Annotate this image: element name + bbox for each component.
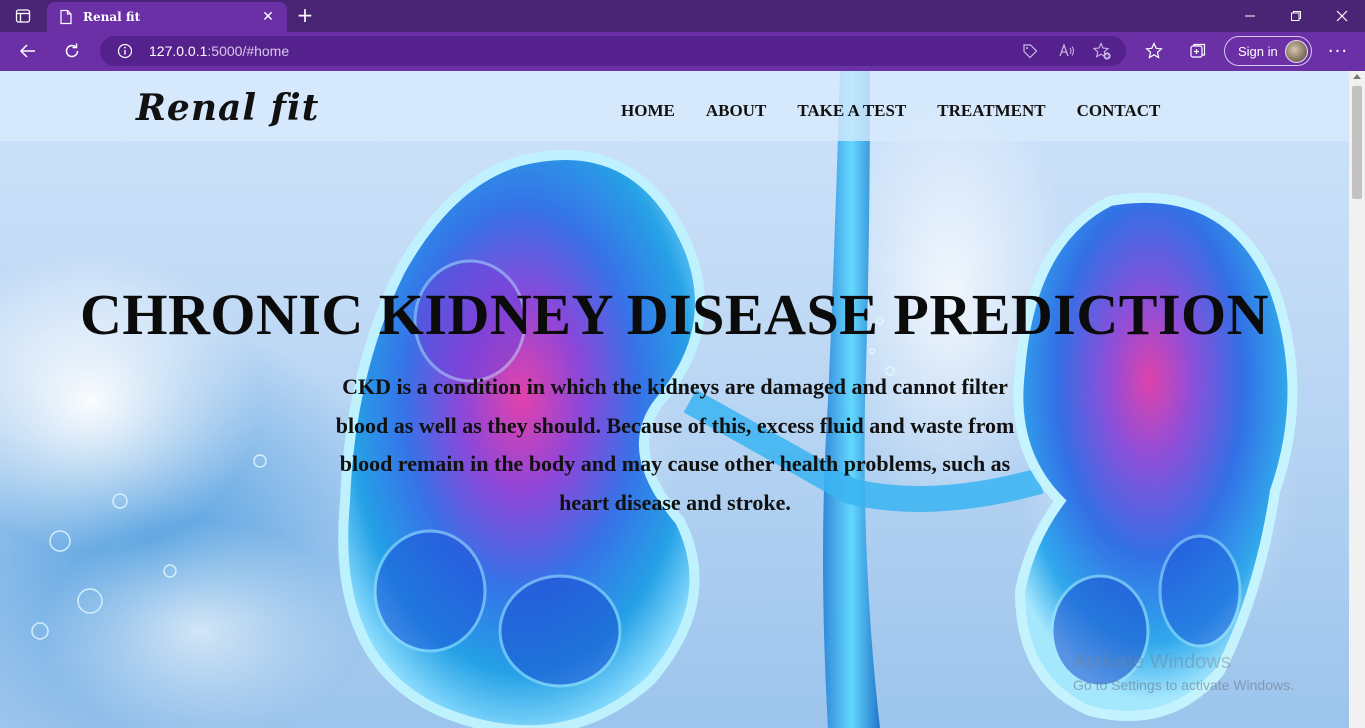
- browser-toolbar: 127.0.0.1:5000/#home Sign in ···: [0, 32, 1365, 71]
- url-path: :5000/#home: [207, 43, 290, 59]
- settings-more-button[interactable]: ···: [1323, 37, 1353, 65]
- minimize-icon: [1245, 15, 1255, 17]
- collections-button[interactable]: [1183, 37, 1213, 65]
- watermark-subtitle: Go to Settings to activate Windows.: [1073, 677, 1294, 693]
- new-tab-button[interactable]: +: [293, 4, 317, 28]
- site-info-icon[interactable]: [117, 43, 133, 59]
- main-nav: HOME ABOUT TAKE A TEST TREATMENT CONTACT: [621, 101, 1160, 121]
- tag-icon[interactable]: [1022, 43, 1038, 59]
- restore-icon: [1291, 11, 1301, 21]
- address-bar[interactable]: 127.0.0.1:5000/#home: [100, 36, 1126, 66]
- scrollbar-thumb[interactable]: [1352, 86, 1362, 199]
- nav-contact-link[interactable]: CONTACT: [1077, 101, 1161, 121]
- tab-actions-icon: [15, 9, 31, 23]
- favorites-star-icon: [1145, 42, 1163, 59]
- back-button[interactable]: [13, 37, 43, 65]
- page-viewport: Renal fit HOME ABOUT TAKE A TEST TREATME…: [0, 71, 1349, 728]
- tab-actions-button[interactable]: [0, 0, 46, 32]
- window-controls: [1227, 0, 1365, 32]
- nav-about-link[interactable]: ABOUT: [706, 101, 766, 121]
- read-aloud-icon[interactable]: [1058, 42, 1076, 60]
- watermark-title: Activate Windows: [1073, 651, 1231, 673]
- active-tab[interactable]: Renal fit ✕: [47, 2, 287, 32]
- avatar: [1285, 40, 1308, 63]
- refresh-icon: [65, 43, 79, 58]
- close-window-button[interactable]: [1319, 0, 1365, 32]
- collections-icon: [1190, 43, 1206, 58]
- tab-strip: Renal fit ✕ +: [0, 0, 1365, 32]
- minimize-button[interactable]: [1227, 0, 1273, 32]
- favorites-button[interactable]: [1139, 37, 1169, 65]
- nav-take-a-test-link[interactable]: TAKE A TEST: [797, 101, 906, 121]
- url-text: 127.0.0.1:5000/#home: [149, 43, 289, 59]
- tab-close-icon[interactable]: ✕: [259, 9, 277, 25]
- url-host: 127.0.0.1: [149, 43, 208, 59]
- back-arrow-icon: [19, 44, 35, 58]
- hero-description: CKD is a condition in which the kidneys …: [335, 374, 1015, 515]
- nav-treatment-link[interactable]: TREATMENT: [937, 101, 1045, 121]
- add-favorite-icon[interactable]: [1093, 42, 1112, 61]
- page-scrollbar[interactable]: [1349, 71, 1365, 728]
- tab-title: Renal fit: [83, 10, 141, 24]
- site-logo[interactable]: Renal fit: [136, 87, 319, 129]
- restore-button[interactable]: [1273, 0, 1319, 32]
- hero-title: CHRONIC KIDNEY DISEASE PREDICTION: [79, 282, 1270, 347]
- sign-in-button[interactable]: Sign in: [1224, 36, 1312, 66]
- scroll-up-arrow-icon[interactable]: [1353, 74, 1361, 79]
- windows-activation-watermark: Activate Windows Go to Settings to activ…: [1073, 651, 1294, 693]
- close-icon: [1336, 10, 1348, 22]
- refresh-button[interactable]: [57, 37, 87, 65]
- page-icon: [60, 9, 72, 25]
- sign-in-label: Sign in: [1238, 43, 1278, 59]
- nav-home-link[interactable]: HOME: [621, 101, 675, 121]
- site-header: Renal fit HOME ABOUT TAKE A TEST TREATME…: [0, 71, 1349, 141]
